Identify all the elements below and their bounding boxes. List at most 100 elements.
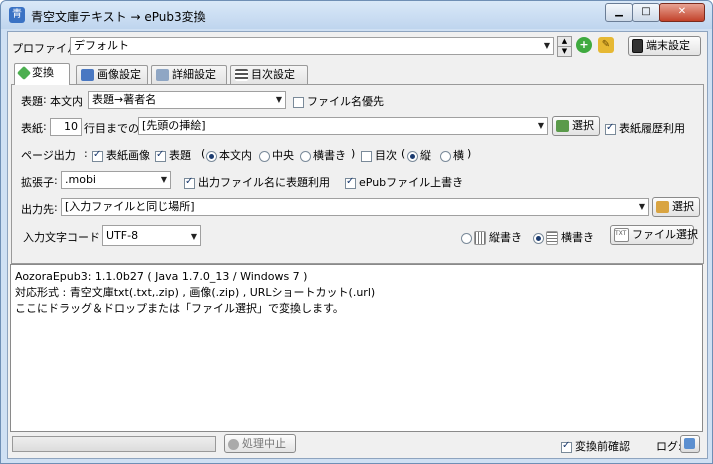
page-output-label: ページ出力 xyxy=(21,149,76,162)
chevron-down-icon: ▼ xyxy=(275,95,282,104)
title-page-label: 表題 xyxy=(169,149,191,162)
center-label: 中央 xyxy=(272,149,294,162)
profile-select[interactable]: デフォルト ▼ xyxy=(70,37,554,55)
use-title-filename-checkbox[interactable]: 出力ファイル名に表題利用 xyxy=(184,174,330,190)
tab-detail-settings[interactable]: 詳細設定 xyxy=(151,65,227,85)
cover-select-button-label: 選択 xyxy=(572,119,594,132)
cover-image-label: 表紙画像 xyxy=(106,149,150,162)
minimize-button[interactable]: ▁ xyxy=(605,3,633,22)
in-body-label: 本文内 xyxy=(219,149,252,162)
horizontal-writing-radio[interactable]: 横書き xyxy=(533,229,594,245)
profile-select-value: デフォルト xyxy=(74,39,129,52)
toc-options-paren-close: ) xyxy=(467,147,472,160)
cover-history-checkbox[interactable]: 表紙履歴利用 xyxy=(605,120,685,136)
confirm-before-convert-checkbox[interactable]: 変換前確認 xyxy=(561,438,630,454)
log-line: AozoraEpub3: 1.1.0b27 ( Java 1.7.0_13 / … xyxy=(15,270,308,283)
filename-priority-checkbox[interactable]: ファイル名優先 xyxy=(293,93,384,109)
title-bar[interactable]: 青 青空文庫テキスト → ePub3変換 ▁ □ ✕ xyxy=(1,1,712,29)
log-icon xyxy=(684,438,695,449)
cover-line-suffix: 行目までの xyxy=(84,122,139,135)
output-value: [入力ファイルと同じ場所] xyxy=(65,200,195,213)
checkbox-box xyxy=(184,176,195,189)
stop-icon xyxy=(228,438,239,450)
title-format-select[interactable]: 表題→著者名 ▼ xyxy=(88,91,286,109)
log-line: 対応形式 : 青空文庫txt(.txt,.zip) , 画像(.zip) , U… xyxy=(15,286,376,299)
maximize-button[interactable]: □ xyxy=(632,3,660,22)
file-select-button-label: ファイル選択 xyxy=(632,228,698,241)
stop-button[interactable]: 処理中止 xyxy=(224,434,296,453)
cover-select[interactable]: [先頭の挿絵] ▼ xyxy=(138,117,548,135)
in-body-radio[interactable]: 本文内 xyxy=(206,147,252,163)
extension-label: 拡張子 xyxy=(21,176,54,189)
file-select-button[interactable]: TXT ファイル選択 xyxy=(610,225,698,245)
chevron-down-icon: ▼ xyxy=(543,41,550,50)
page-output-colon: : xyxy=(84,147,88,160)
wrench-icon xyxy=(156,69,169,81)
cover-select-button[interactable]: 選択 xyxy=(552,116,600,136)
device-icon xyxy=(632,39,643,53)
cover-image-checkbox[interactable]: 表紙画像 xyxy=(92,147,150,163)
cover-history-label: 表紙履歴利用 xyxy=(619,122,685,135)
diamond-check-icon xyxy=(16,65,32,81)
checkbox-box xyxy=(605,122,616,135)
horizontal-radio[interactable]: 横書き xyxy=(300,147,346,163)
chevron-down-icon: ▼ xyxy=(537,121,544,130)
vertical-writing-radio[interactable]: 縦書き xyxy=(461,229,522,245)
close-button[interactable]: ✕ xyxy=(659,3,705,22)
extension-colon: : xyxy=(54,174,58,187)
title-label: 表題 xyxy=(21,95,43,108)
add-profile-icon[interactable]: + xyxy=(576,37,592,53)
log-line: ここにドラッグ＆ドロップまたは「ファイル選択」で変換します。 xyxy=(15,302,344,315)
cover-line-input[interactable]: 10 xyxy=(50,118,82,136)
terminal-settings-button[interactable]: 端末設定 xyxy=(628,36,701,56)
encoding-value: UTF-8 xyxy=(106,229,139,242)
toc-horizontal-radio[interactable]: 横 xyxy=(440,147,464,163)
output-select[interactable]: [入力ファイルと同じ場所] ▼ xyxy=(61,198,649,216)
convert-panel: 表題: 本文内 表題→著者名 ▼ ファイル名優先 表紙: 10 行目までの [先… xyxy=(11,84,704,264)
tab-image-settings[interactable]: 画像設定 xyxy=(76,65,148,85)
confirm-before-convert-label: 変換前確認 xyxy=(575,440,630,453)
toc-checkbox[interactable]: 目次 xyxy=(361,147,397,163)
encoding-select[interactable]: UTF-8 ▼ xyxy=(102,225,201,246)
toc-vertical-radio[interactable]: 縦 xyxy=(407,147,431,163)
title-sub-label: 本文内 xyxy=(50,95,83,108)
title-options-paren-close: ) xyxy=(351,147,356,160)
encoding-label: 入力文字コード xyxy=(23,231,100,244)
output-select-button[interactable]: 選択 xyxy=(652,197,700,217)
terminal-settings-label: 端末設定 xyxy=(646,39,690,52)
radio-dot xyxy=(461,232,472,244)
chevron-down-icon[interactable]: ▼ xyxy=(557,46,572,57)
image-icon xyxy=(556,120,569,132)
checkbox-box xyxy=(361,150,372,162)
progress-bar xyxy=(12,436,216,452)
tab-convert[interactable]: 変換 xyxy=(14,63,70,85)
title-options-paren-open: ( xyxy=(201,147,206,160)
horizontal-writing-label: 横書き xyxy=(561,231,594,244)
cover-label: 表紙 xyxy=(21,122,43,135)
center-radio[interactable]: 中央 xyxy=(259,147,294,163)
filename-priority-label: ファイル名優先 xyxy=(307,95,384,108)
toc-horizontal-label: 横 xyxy=(453,149,464,162)
tab-toc-settings-label: 目次設定 xyxy=(251,68,295,81)
chevron-down-icon: ▼ xyxy=(638,202,645,211)
overwrite-label: ePubファイル上書き xyxy=(359,176,464,189)
log-area[interactable]: AozoraEpub3: 1.1.0b27 ( Java 1.7.0_13 / … xyxy=(10,264,703,432)
extension-select[interactable]: .mobi ▼ xyxy=(61,171,171,189)
radio-dot xyxy=(206,150,217,162)
title-format-value: 表題→著者名 xyxy=(92,93,157,106)
radio-dot xyxy=(259,150,270,162)
tab-toc-settings[interactable]: 目次設定 xyxy=(230,65,308,85)
log-toggle-button[interactable] xyxy=(680,435,700,453)
overwrite-checkbox[interactable]: ePubファイル上書き xyxy=(345,174,463,190)
checkbox-box xyxy=(92,149,103,162)
edit-profile-icon[interactable]: ✎ xyxy=(598,37,614,53)
tab-image-settings-label: 画像設定 xyxy=(97,68,141,81)
log-label: ログ: xyxy=(656,440,682,453)
chevron-down-icon: ▼ xyxy=(160,175,167,184)
output-select-button-label: 選択 xyxy=(672,200,694,213)
checkbox-box xyxy=(293,96,304,108)
title-page-checkbox[interactable]: 表題 xyxy=(155,147,191,163)
radio-dot xyxy=(407,150,418,162)
horizontal-label: 横書き xyxy=(313,149,346,162)
tab-detail-settings-label: 詳細設定 xyxy=(172,68,216,81)
